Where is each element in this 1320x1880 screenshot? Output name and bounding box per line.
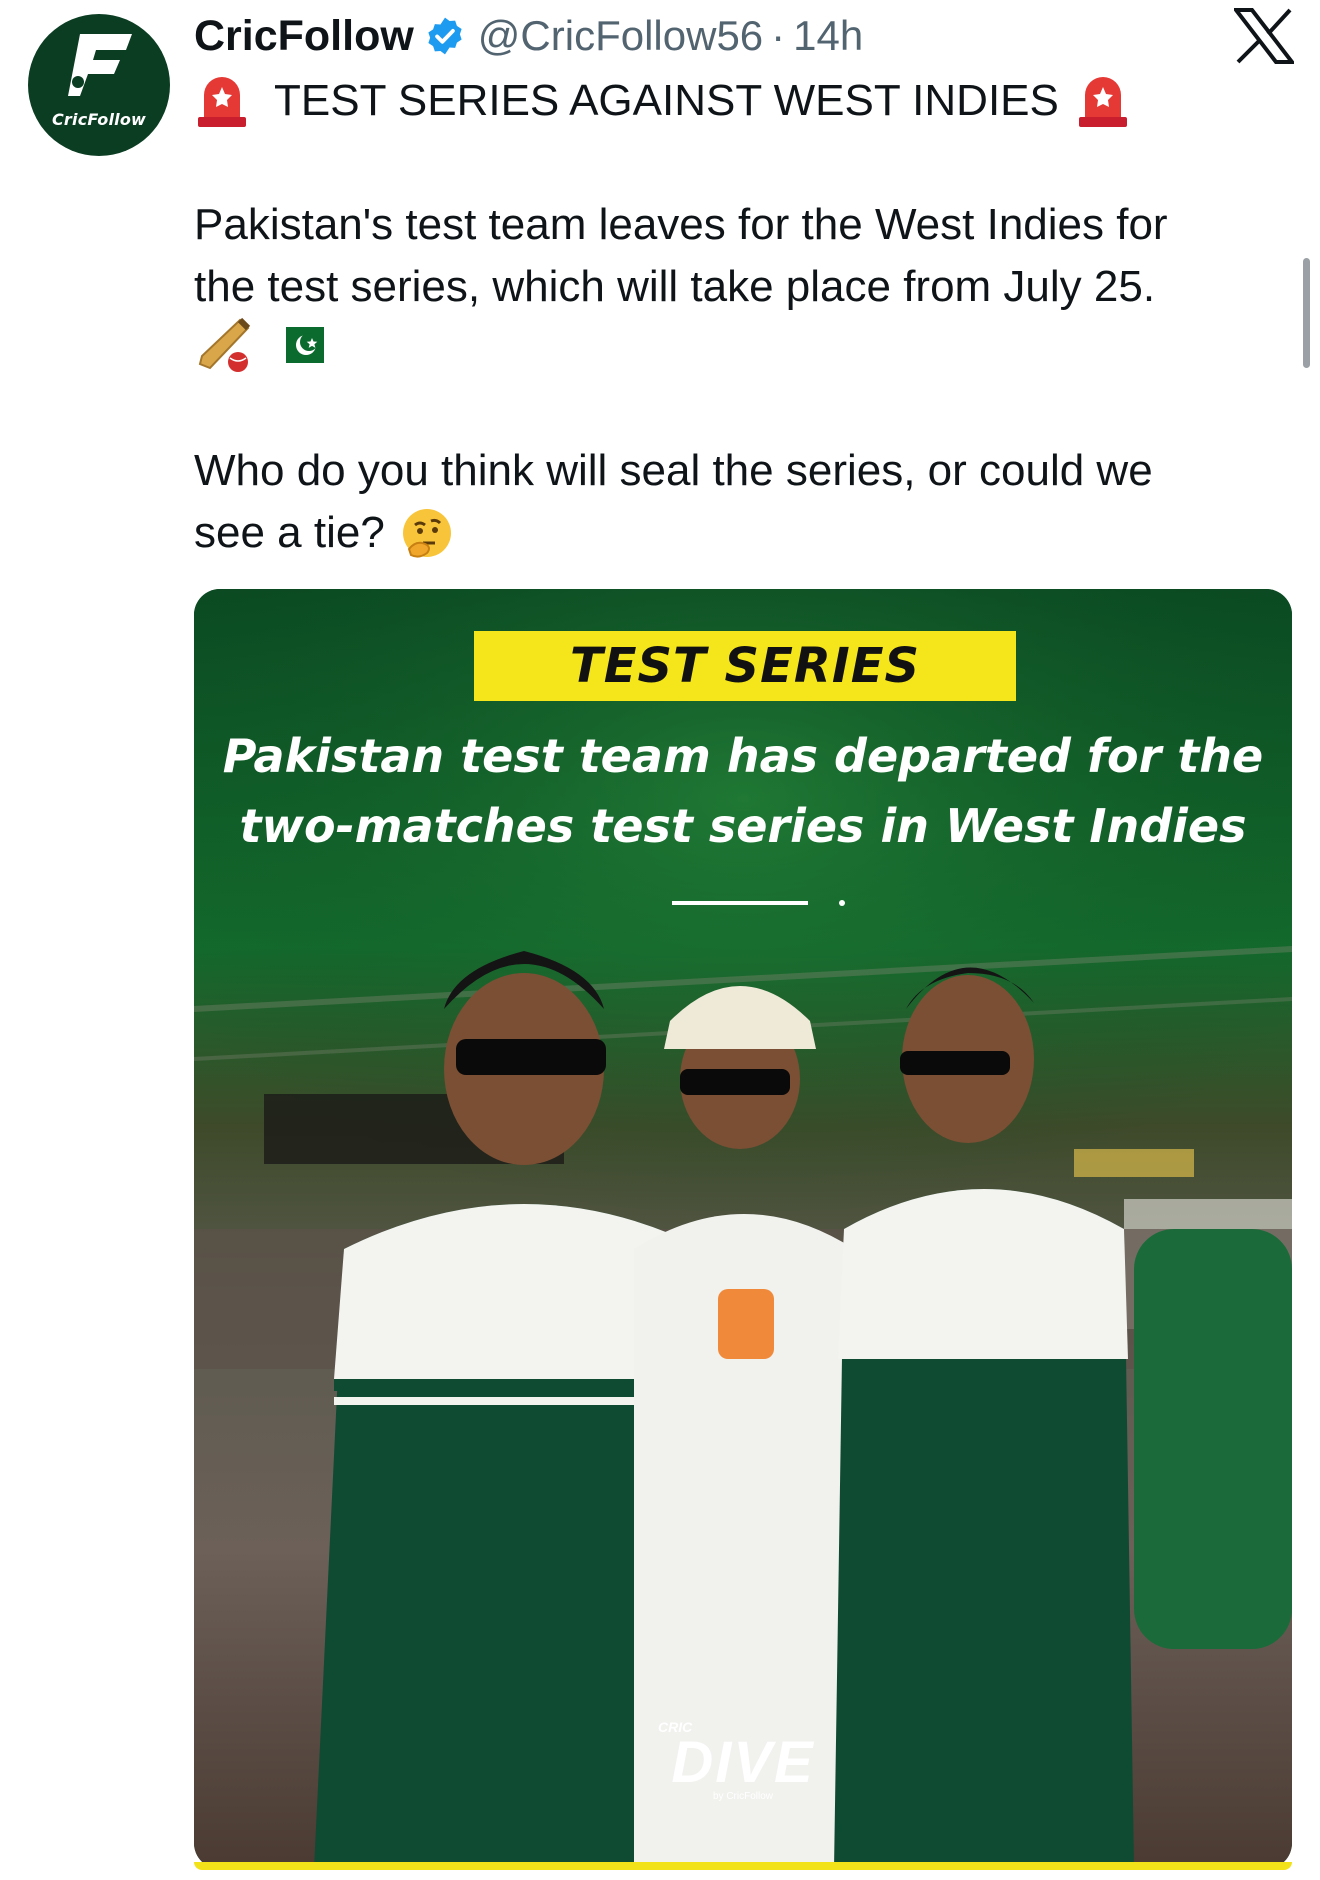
tweet-question-row: see a tie? [194,502,455,564]
pakistan-flag-icon [274,327,324,363]
siren-icon [198,77,246,127]
cricdive-brand: CRIC DIVE by CricFollow [648,1719,838,1802]
tweet-question-line: see a tie? [194,508,385,557]
cricket-bat-icon [198,317,251,372]
scrollbar[interactable] [1303,258,1310,368]
tweet-header: CricFollow @CricFollow56 · 14h [194,8,863,64]
media-card[interactable]: TEST SERIES Pakistan test team has depar… [194,589,1292,1869]
verified-badge-icon [428,17,462,55]
tweet-body-line: the test series, which will take place f… [194,262,1156,311]
tweet-body-line: Pakistan's test team leaves for the West… [194,200,1168,249]
tweet-title-line: TEST SERIES AGAINST WEST INDIES [196,70,1129,132]
tweet-title: TEST SERIES AGAINST WEST INDIES [274,76,1059,125]
card-bottom-bar [194,1862,1292,1870]
divider [672,900,845,906]
timestamp[interactable]: 14h [793,12,863,60]
author-handle[interactable]: @CricFollow56 [478,12,763,60]
avatar[interactable]: CricFollow [28,14,170,156]
author-name[interactable]: CricFollow [194,12,414,61]
card-subtitle-line: Pakistan test team has departed for the [222,729,1264,783]
cricfollow-logo-icon [68,34,132,96]
separator-dot: · [771,12,786,59]
brand-big: DIVE [671,1730,815,1795]
siren-icon [1078,77,1127,127]
thinking-face-icon [402,509,451,558]
emoji-row [196,316,324,374]
tweet-question-line: Who do you think will seal the series, o… [194,446,1153,495]
avatar-label: CricFollow [51,110,147,129]
card-banner: TEST SERIES [474,631,1016,701]
card-subtitle: Pakistan test team has departed for the … [194,721,1292,861]
card-subtitle-line: two-matches test series in West Indies [239,799,1247,853]
x-logo-icon[interactable] [1234,8,1294,64]
